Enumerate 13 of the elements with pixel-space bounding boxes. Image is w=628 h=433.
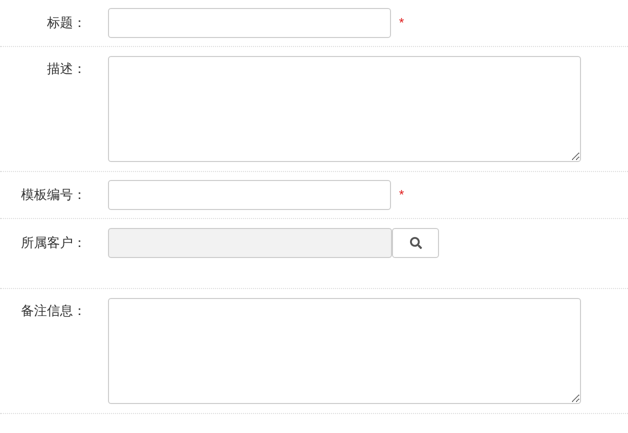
search-button[interactable] bbox=[392, 228, 439, 258]
required-mark: * bbox=[399, 14, 404, 32]
text-area[interactable] bbox=[108, 56, 581, 162]
field-label: 标题： bbox=[47, 15, 86, 31]
field-label: 所属客户： bbox=[21, 235, 86, 251]
field-label: 模板编号： bbox=[21, 187, 86, 203]
field-label: 描述： bbox=[47, 61, 86, 77]
field-label: 备注信息： bbox=[21, 303, 86, 319]
search-icon bbox=[410, 237, 422, 249]
text-field[interactable] bbox=[108, 180, 391, 210]
text-field[interactable] bbox=[108, 8, 391, 38]
text-area[interactable] bbox=[108, 298, 581, 404]
required-mark: * bbox=[399, 186, 404, 204]
